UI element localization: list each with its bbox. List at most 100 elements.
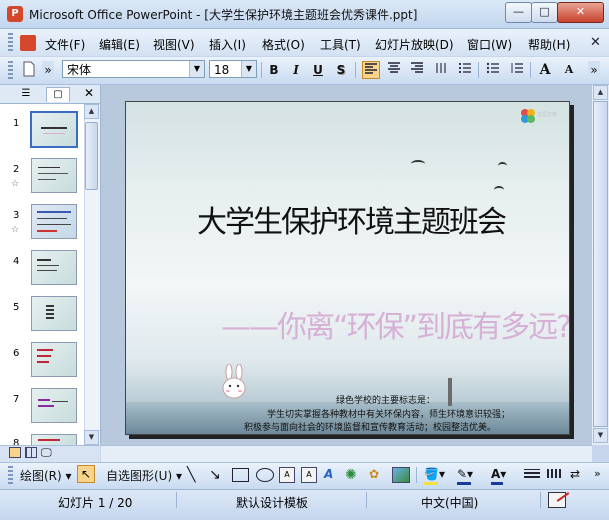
slide-number: 1 [13, 118, 20, 129]
slide-number: 4 [13, 256, 20, 267]
powerpoint-app-icon[interactable]: P [7, 6, 23, 22]
new-document-icon[interactable] [20, 61, 38, 79]
slide-sorter-view-icon[interactable] [25, 447, 37, 458]
close-document-button[interactable]: ✕ [590, 35, 601, 50]
template-status: 默认设计模板 [236, 496, 309, 510]
fill-color-icon[interactable]: 🪣▾ [424, 467, 445, 481]
toolbar-options-icon[interactable]: » [588, 61, 600, 79]
menu-window[interactable]: 窗口(W) [467, 36, 512, 53]
menu-tools[interactable]: 工具(T) [320, 36, 361, 53]
shrink-font-button[interactable]: A [560, 61, 578, 79]
toolbar-options-icon[interactable]: » [42, 61, 54, 79]
toolbar-grip[interactable] [8, 61, 13, 80]
slide-number: 6 [13, 348, 20, 359]
chevron-down-icon[interactable]: ▼ [241, 61, 256, 77]
numbered-list-icon[interactable] [456, 61, 474, 79]
slide-number: 3 [13, 210, 20, 221]
italic-button[interactable]: I [287, 61, 305, 79]
clipart-icon[interactable]: ✿ [369, 467, 379, 481]
fill-color-swatch [424, 482, 438, 485]
font-name-select[interactable]: 宋体 ▼ [62, 60, 205, 78]
scroll-down-icon[interactable]: ▼ [593, 428, 608, 443]
chevron-down-icon[interactable]: ▼ [189, 61, 204, 77]
slide-thumbnail[interactable] [31, 158, 77, 193]
slide-number: 5 [13, 302, 20, 313]
tab-outline[interactable]: ☰ [15, 87, 37, 101]
window-title: Microsoft Office PowerPoint - [大学生保护环境主题… [29, 8, 418, 22]
menu-bar-grip[interactable] [8, 33, 13, 52]
slide-thumbnail[interactable] [31, 250, 77, 285]
slide-body-line[interactable]: 学生切实掌握各种教材中有关环保内容，师生环境意识较强； [267, 407, 510, 420]
close-window-button[interactable]: ✕ [557, 2, 604, 23]
scroll-down-icon[interactable]: ▼ [84, 430, 99, 445]
slide-body-line[interactable]: 绿色学校的主要标志是： [336, 393, 435, 406]
grow-font-button[interactable]: A [536, 61, 554, 79]
menu-help[interactable]: 帮助(H) [528, 36, 570, 53]
line-color-swatch [457, 482, 471, 485]
text-shadow-button[interactable]: S [332, 61, 350, 79]
line-color-icon[interactable]: ✎▾ [457, 467, 473, 481]
diagram-icon[interactable]: ✺ [345, 467, 357, 483]
normal-view-icon[interactable] [9, 447, 21, 458]
font-size-select[interactable]: 18 ▼ [209, 60, 257, 78]
toolbar-options-icon[interactable]: » [594, 467, 601, 480]
toolbar-divider [261, 62, 262, 78]
align-center-button[interactable] [385, 61, 403, 79]
toolbar-grip[interactable] [8, 466, 13, 485]
slideshow-view-icon[interactable]: 🖵 [41, 446, 52, 460]
line-tool-icon[interactable]: ╲ [187, 467, 195, 483]
menu-insert[interactable]: 插入(I) [209, 36, 246, 53]
toolbar-divider [478, 62, 479, 78]
pane-scroll-thumb[interactable] [85, 122, 98, 190]
oval-tool-icon[interactable] [256, 468, 274, 482]
line-spacing-icon[interactable] [508, 61, 526, 79]
slide-thumbnail[interactable] [31, 342, 77, 377]
bunny-icon [222, 364, 246, 399]
menu-edit[interactable]: 编辑(E) [99, 36, 140, 53]
scroll-up-icon[interactable]: ▲ [593, 85, 608, 100]
slide-thumbnail[interactable] [31, 388, 77, 423]
dash-style-icon[interactable] [547, 469, 563, 478]
menu-file[interactable]: 文件(F) [45, 36, 85, 53]
underline-button[interactable]: U [309, 61, 327, 79]
slide-title[interactable]: 大学生保护环境主题班会 [186, 197, 516, 241]
tab-slides[interactable]: ▢ [46, 87, 70, 102]
scroll-up-icon[interactable]: ▲ [84, 104, 99, 119]
insert-picture-icon[interactable] [392, 467, 410, 483]
bird-icon [411, 160, 425, 168]
line-style-icon[interactable] [524, 469, 540, 478]
maximize-button[interactable]: □ [531, 2, 558, 23]
draw-menu-button[interactable]: 绘图(R) ▾ [20, 467, 72, 484]
textbox-icon[interactable]: A [279, 467, 295, 483]
slide-subtitle[interactable]: ——你离“环保”到底有多远? [221, 302, 569, 346]
wordart-icon[interactable]: A [324, 467, 333, 481]
current-slide[interactable]: 汉豆文库 大学生保护环境主题班会 ——你离“环保”到底有多远? 绿色学校的主要标… [125, 101, 570, 435]
document-icon[interactable] [20, 35, 36, 51]
menu-view[interactable]: 视图(V) [153, 36, 195, 53]
vertical-textbox-icon[interactable]: A [301, 467, 317, 483]
select-objects-icon[interactable]: ↖ [77, 465, 95, 483]
animation-star-icon: ☆ [11, 179, 20, 189]
rectangle-tool-icon[interactable] [232, 468, 249, 482]
slide-thumbnail[interactable] [30, 111, 78, 148]
main-scroll-thumb[interactable] [593, 101, 608, 427]
slide-body-line[interactable]: 积极参与面向社会的环境监督和宣传教育活动；校园整洁优美。 [244, 420, 496, 433]
menu-format[interactable]: 格式(O) [262, 36, 305, 53]
minimize-button[interactable]: — [505, 2, 532, 23]
bold-button[interactable]: B [265, 61, 283, 79]
text-direction-icon[interactable] [432, 61, 450, 79]
arrow-tool-icon[interactable]: ↘ [209, 467, 221, 483]
horizontal-scrollbar[interactable] [101, 445, 592, 462]
arrow-style-icon[interactable]: ⇄ [570, 467, 580, 481]
font-color-icon[interactable]: A▾ [491, 467, 506, 481]
bulleted-list-icon[interactable] [484, 61, 502, 79]
align-left-button[interactable] [362, 61, 380, 79]
align-right-button[interactable] [408, 61, 426, 79]
toolbar-divider [416, 467, 417, 483]
slide-thumbnail[interactable] [31, 204, 77, 239]
autoshapes-menu-button[interactable]: 自选图形(U) ▾ [106, 467, 182, 484]
close-pane-icon[interactable]: ✕ [84, 86, 94, 100]
slide-thumbnail[interactable] [31, 296, 77, 331]
animation-star-icon: ☆ [11, 225, 20, 235]
menu-slideshow[interactable]: 幻灯片放映(D) [375, 36, 454, 53]
